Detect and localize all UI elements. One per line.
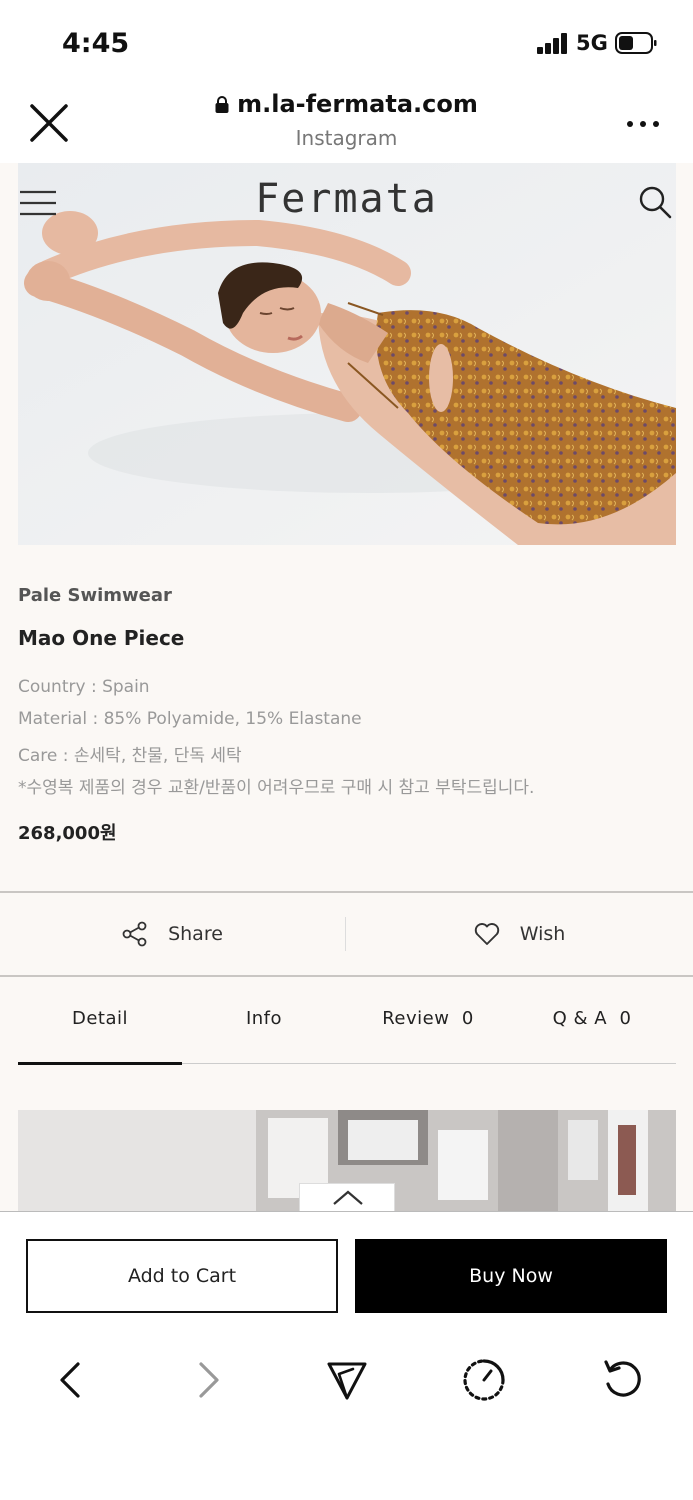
- browser-toolbar: [0, 1331, 693, 1500]
- url-text: m.la-fermata.com: [237, 90, 478, 118]
- status-time: 4:45: [62, 28, 130, 59]
- tab-qna[interactable]: Q & A 0: [510, 1008, 674, 1029]
- battery-icon: [615, 32, 657, 54]
- share-label: Share: [168, 923, 223, 945]
- send-icon[interactable]: [325, 1358, 369, 1402]
- search-icon[interactable]: [638, 185, 672, 219]
- refresh-icon[interactable]: [600, 1358, 644, 1402]
- product-notice: *수영복 제품의 경우 교환/반품이 어려우므로 구매 시 참고 부탁드립니다.: [18, 778, 535, 798]
- product-care: Care : 손세탁, 찬물, 단독 세탁: [18, 746, 242, 766]
- product-material: Material : 85% Polyamide, 15% Elastane: [18, 709, 362, 729]
- product-name: Mao One Piece: [18, 626, 185, 650]
- wish-label: Wish: [519, 923, 566, 945]
- forward-icon[interactable]: [187, 1358, 231, 1402]
- status-bar: 4:45 5G: [0, 0, 693, 80]
- network-label: 5G: [576, 31, 608, 55]
- tab-info[interactable]: Info: [182, 1008, 346, 1029]
- tab-detail[interactable]: Detail: [18, 1008, 182, 1029]
- history-icon[interactable]: [462, 1358, 506, 1402]
- product-country: Country : Spain: [18, 677, 150, 697]
- divider: [0, 975, 693, 977]
- add-to-cart-button[interactable]: Add to Cart: [26, 1239, 338, 1313]
- back-icon[interactable]: [48, 1358, 92, 1402]
- chevron-up-icon: [333, 1190, 363, 1205]
- scroll-top-button[interactable]: [299, 1183, 395, 1212]
- share-button[interactable]: Share: [0, 893, 345, 975]
- product-brand[interactable]: Pale Swimwear: [18, 585, 172, 606]
- buy-now-button[interactable]: Buy Now: [355, 1239, 667, 1313]
- lock-icon: [215, 96, 229, 113]
- share-icon: [122, 921, 147, 947]
- more-options-icon[interactable]: [626, 120, 660, 128]
- url-bar[interactable]: m.la-fermata.com: [0, 90, 693, 118]
- site-logo[interactable]: Fermata: [0, 176, 693, 222]
- tab-review[interactable]: Review 0: [346, 1008, 510, 1029]
- source-label: Instagram: [295, 126, 398, 150]
- signal-icon: [537, 33, 569, 54]
- tab-active-indicator: [18, 1062, 182, 1065]
- wish-button[interactable]: Wish: [346, 893, 693, 975]
- heart-icon: [474, 923, 499, 945]
- product-price: 268,000원: [18, 823, 117, 844]
- browser-header: m.la-fermata.com Instagram: [0, 80, 693, 163]
